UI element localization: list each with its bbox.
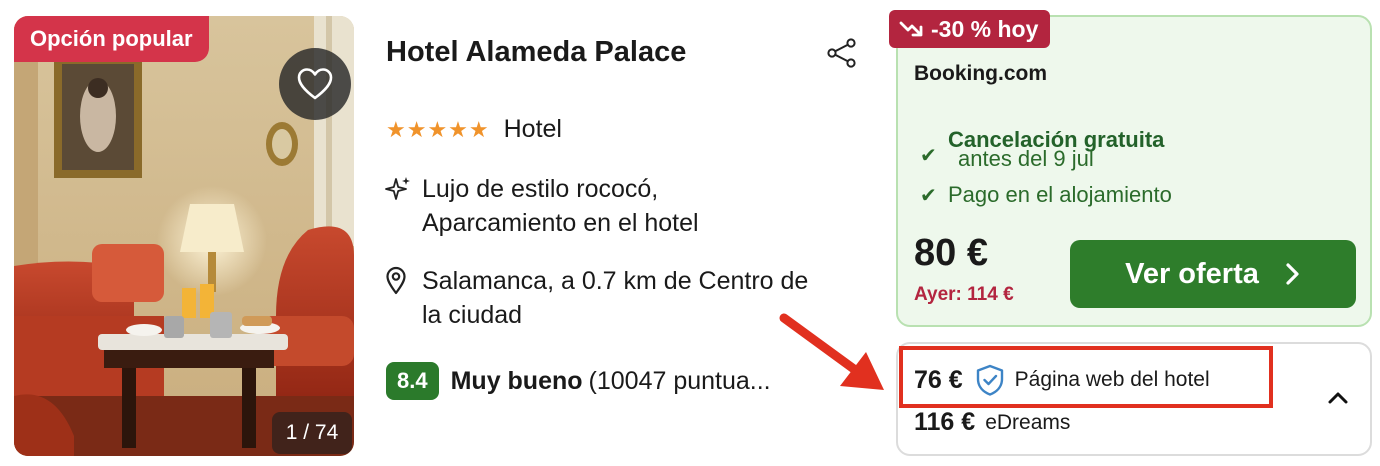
- accommodation-type: Hotel: [503, 115, 562, 143]
- chevron-up-icon: [1328, 392, 1348, 404]
- hotel-name[interactable]: Hotel Alameda Palace: [386, 36, 686, 69]
- location-row: Salamanca, a 0.7 km de Centro de la ciud…: [384, 264, 808, 332]
- hotel-photo[interactable]: Opción popular 1 / 74: [14, 16, 354, 456]
- pay-at-property-label: Pago en el alojamiento: [948, 182, 1172, 207]
- arrow-annotation: [779, 313, 884, 390]
- rating-score-badge: 8.4: [386, 362, 439, 400]
- share-button[interactable]: [822, 36, 862, 70]
- alt-offer-edreams[interactable]: 116 € eDreams: [914, 408, 1070, 437]
- share-icon: [827, 38, 856, 68]
- offer-provider: Booking.com: [914, 62, 1048, 85]
- favorite-button[interactable]: [279, 48, 351, 120]
- location-line-1: Salamanca, a 0.7 km de Centro de: [422, 267, 809, 295]
- review-rating-row[interactable]: 8.4 Muy bueno (10047 puntua...: [386, 362, 771, 400]
- heart-icon: [297, 68, 333, 100]
- view-deal-button[interactable]: Ver oferta: [1070, 240, 1356, 308]
- chevron-right-icon: [1286, 263, 1299, 285]
- alt-offer-provider: eDreams: [985, 410, 1071, 434]
- rating-count: (10047 puntua...: [588, 366, 771, 395]
- feature-line-2: Aparcamiento en el hotel: [422, 209, 699, 237]
- offer-price: 80 €: [914, 232, 988, 274]
- sparkle-icon: [385, 177, 410, 200]
- previous-price: Ayer: 114 €: [914, 284, 1014, 305]
- deal-badge: -30 % hoy: [889, 10, 1051, 48]
- popular-choice-badge: Opción popular: [14, 16, 209, 62]
- free-cancellation-deadline: antes del 9 jul: [958, 146, 1094, 171]
- rating-label: Muy bueno: [450, 366, 583, 395]
- trend-down-icon: [899, 21, 923, 37]
- check-icon: ✔: [920, 145, 937, 167]
- deal-badge-text: -30 % hoy: [931, 16, 1039, 42]
- pay-at-property-perk: ✔ Pago en el alojamiento: [920, 182, 1172, 208]
- feature-line-1: Lujo de estilo rococó,: [422, 175, 659, 203]
- check-icon: ✔: [920, 184, 937, 207]
- features-row: Lujo de estilo rococó, Aparcamiento en e…: [384, 172, 699, 240]
- location-pin-icon: [386, 266, 406, 295]
- alt-offer-price: 116 €: [914, 408, 976, 436]
- view-deal-label: Ver oferta: [1125, 257, 1259, 290]
- photo-counter: 1 / 74: [272, 412, 352, 454]
- star-rating: ★★★★★: [386, 116, 490, 142]
- star-rating-row: ★★★★★ Hotel: [386, 115, 562, 144]
- expand-offers-button[interactable]: [1322, 382, 1354, 414]
- highlight-box-annotation: [899, 346, 1273, 408]
- location-line-2: la ciudad: [422, 301, 523, 329]
